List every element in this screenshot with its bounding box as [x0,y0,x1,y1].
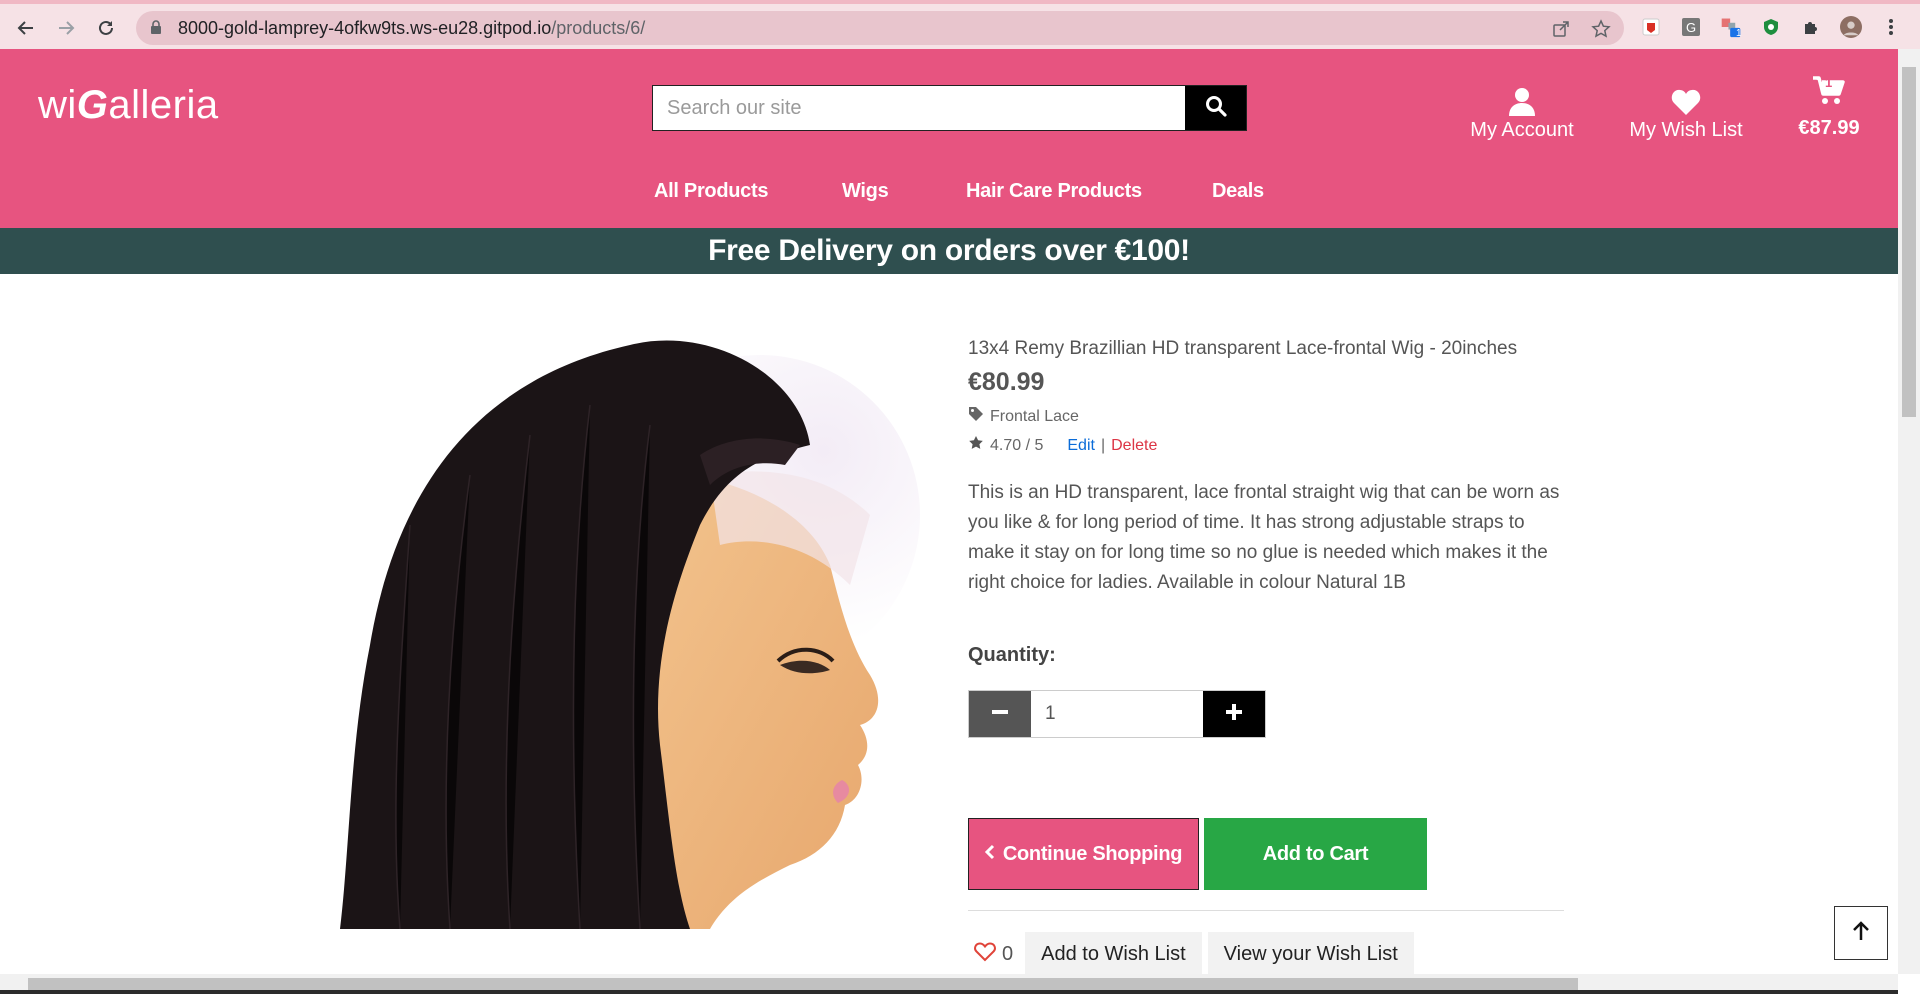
site-header: wiGalleria My Account My Wish List 1 €87… [0,49,1898,228]
continue-shopping-label: Continue Shopping [1002,842,1183,865]
increment-quantity-button[interactable] [1203,691,1265,737]
url-text: 8000-gold-lamprey-4ofkw9ts.ws-eu28.gitpo… [178,18,646,38]
star-icon [968,435,984,456]
tag-icon [968,406,984,427]
forward-icon[interactable] [50,12,82,44]
search-form [652,85,1247,131]
taskbar-edge [0,990,1898,994]
product-price: €80.99 [968,368,1045,396]
extension-shield-icon[interactable] [1640,16,1662,38]
category-label: Frontal Lace [990,407,1079,425]
rating-value: 4.70 / 5 [990,436,1044,454]
extension-green-shield-icon[interactable] [1760,16,1782,38]
view-wish-list-button[interactable]: View your Wish List [1207,932,1414,976]
my-account-label: My Account [1470,119,1574,141]
bookmark-star-icon[interactable] [1590,18,1612,40]
my-wish-list-label: My Wish List [1629,119,1743,141]
extension-badge-count: 1 [1736,28,1742,39]
edit-product-link[interactable]: Edit [1067,437,1095,455]
link-separator: | [1100,436,1106,454]
extension-puzzle-badge-icon[interactable]: 1 [1720,16,1742,39]
product-category[interactable]: Frontal Lace [968,406,1079,427]
extensions-puzzle-icon[interactable] [1800,16,1822,38]
quantity-stepper [968,690,1266,738]
product-image [330,325,930,929]
wish-list-row: 0 Add to Wish List View your Wish List [968,932,1420,976]
arrow-up-icon [1851,920,1871,947]
heart-icon [1626,85,1746,119]
profile-avatar[interactable] [1840,16,1862,38]
nav-deals[interactable]: Deals [1212,180,1264,203]
continue-shopping-button[interactable]: Continue Shopping [968,818,1199,890]
quantity-input[interactable] [1031,691,1203,737]
chevron-left-icon [984,843,995,866]
browser-menu-icon[interactable] [1880,16,1902,38]
plus-icon [1225,703,1243,726]
cart-link[interactable]: 1 €87.99 [1790,65,1868,140]
extension-g-icon[interactable]: G [1680,16,1702,38]
product-rating-row: 4.70 / 5 Edit | Delete [968,435,1157,456]
search-button[interactable] [1185,86,1246,130]
add-to-cart-button[interactable]: Add to Cart [1204,818,1427,890]
lock-icon [150,20,162,40]
my-account-link[interactable]: My Account [1460,85,1584,142]
product-description: This is an HD transparent, lace frontal … [968,482,1560,593]
decrement-quantity-button[interactable] [969,691,1031,737]
free-delivery-banner: Free Delivery on orders over €100! [0,228,1898,274]
address-bar[interactable]: 8000-gold-lamprey-4ofkw9ts.ws-eu28.gitpo… [136,11,1624,45]
share-icon[interactable] [1550,18,1572,40]
wish-count: 0 [1002,942,1014,965]
horizontal-scrollbar[interactable] [0,974,1898,994]
cart-count-badge: 1 [1825,75,1833,90]
heart-outline-icon[interactable] [974,941,996,967]
delete-product-link[interactable]: Delete [1111,437,1157,455]
minus-icon [991,703,1009,726]
cart-total: €87.99 [1798,117,1860,139]
back-to-top-button[interactable] [1834,906,1888,960]
add-to-wish-list-button[interactable]: Add to Wish List [1025,932,1202,976]
vertical-scrollbar[interactable] [1898,49,1920,974]
reload-icon[interactable] [90,12,122,44]
back-icon[interactable] [10,12,42,44]
search-input[interactable] [653,86,1184,130]
user-icon [1460,85,1584,119]
cart-icon: 1 [1790,65,1868,115]
nav-hair-care-products[interactable]: Hair Care Products [966,180,1142,203]
horizontal-scroll-thumb[interactable] [28,978,1578,990]
divider [968,910,1564,911]
quantity-label: Quantity: [968,644,1056,666]
site-logo[interactable]: wiGalleria [38,83,219,128]
vertical-scroll-thumb[interactable] [1902,67,1916,417]
browser-toolbar: 8000-gold-lamprey-4ofkw9ts.ws-eu28.gitpo… [0,0,1920,49]
product-name: 13x4 Remy Brazillian HD transparent Lace… [968,338,1518,359]
search-icon [1205,95,1227,122]
nav-all-products[interactable]: All Products [654,180,769,203]
svg-text:G: G [1686,20,1696,35]
nav-wigs[interactable]: Wigs [842,180,889,203]
my-wish-list-link[interactable]: My Wish List [1626,85,1746,142]
